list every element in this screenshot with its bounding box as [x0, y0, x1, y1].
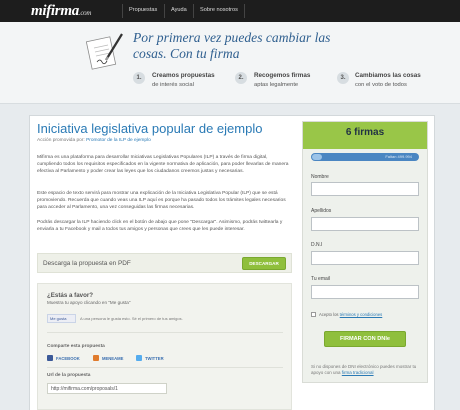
signature-count-header: 6 firmas — [303, 122, 427, 149]
proposal-paragraph-2: Este espacio de texto servirá para mostr… — [37, 191, 286, 210]
traditional-signature-note: Si no dispones de DNI electrónico puedes… — [311, 364, 423, 376]
email-label: Tu email — [311, 276, 330, 282]
nav-divider — [244, 4, 245, 18]
hero-headline-line-1: Por primera vez puedes cambiar las — [133, 30, 331, 45]
signature-document-icon — [86, 33, 123, 70]
download-label: Descarga la propuesta en PDF — [43, 260, 131, 267]
step-sub-2: aptas legalmente — [254, 82, 299, 88]
proposal-paragraph-3: Podrás descargar la ILP haciendo click e… — [37, 220, 283, 232]
signature-count: 6 firmas — [345, 127, 385, 138]
promoted-by: Acción promovida por: Promotor de la ILP… — [37, 138, 151, 143]
proposal-title: Iniciativa legislativa popular de ejempl… — [37, 121, 263, 136]
twitter-icon — [136, 355, 142, 361]
step-number-1: 1. — [133, 72, 145, 84]
proposal-paragraph-1: Mifirma es una plataforma para desarroll… — [37, 155, 289, 174]
nav-divider — [193, 4, 194, 18]
facebook-icon — [47, 355, 53, 361]
share-meneame-link[interactable]: MENEAME — [102, 356, 123, 361]
name-label: Nombre — [311, 174, 329, 180]
signature-progress-bar: Faltan 499.994 — [311, 153, 419, 161]
share-subtitle: Muestra tu apoyo clicando en "Me gusta" — [47, 300, 131, 305]
share-divider — [47, 332, 283, 333]
download-button[interactable]: DESCARGAR — [242, 257, 286, 270]
sign-with-dnie-button[interactable]: FIRMAR CON DNIe — [324, 331, 406, 347]
terms-checkbox[interactable] — [311, 312, 316, 318]
terms-link[interactable]: términos y condiciones — [340, 312, 383, 317]
terms-prefix: Acepto los — [318, 312, 339, 317]
top-bar: mifirma.com Propuestas Ayuda Sobre nosot… — [0, 0, 460, 22]
step-title-3: Cambiamos las cosas — [355, 72, 421, 79]
url-label: Url de la propuesta — [47, 373, 91, 378]
step-number-3: 3. — [337, 72, 349, 84]
share-box: ¿Estás a favor? Muestra tu apoyo clicand… — [37, 283, 292, 410]
meneame-icon — [93, 355, 99, 361]
step-title-1: Creamos propuestas — [152, 72, 215, 79]
email-field[interactable] — [311, 285, 419, 299]
surname-field[interactable] — [311, 217, 419, 231]
traditional-signature-link[interactable]: firma tradicional — [342, 370, 374, 375]
hero-banner: Por primera vez puedes cambiar las cosas… — [0, 22, 460, 104]
share-facebook-link[interactable]: FACEBOOK — [56, 356, 80, 361]
nav-item-propuestas[interactable]: Propuestas — [129, 7, 157, 13]
nav-item-sobre-nosotros[interactable]: Sobre nosotros — [200, 7, 238, 13]
nav-divider — [122, 4, 123, 18]
logo-tld: .com — [78, 9, 92, 17]
logo-name: mifirma — [31, 3, 79, 19]
dni-label: D.N.I — [311, 242, 323, 248]
signature-progress-fill — [312, 154, 322, 160]
facebook-like-button[interactable]: Me gusta — [47, 314, 76, 323]
facebook-like-text: A una persona le gusta esto. Sé el prime… — [80, 316, 183, 321]
promoter-link[interactable]: Promotor de la ILP de ejemplo — [86, 138, 151, 143]
signature-panel: 6 firmas Faltan 499.994 Nombre Apellidos… — [302, 121, 428, 383]
signature-progress-text: Faltan 499.994 — [385, 154, 412, 159]
nav-divider — [164, 4, 165, 18]
share-heading: ¿Estás a favor? — [47, 292, 94, 299]
step-sub-1: de interés social — [152, 82, 194, 88]
hero-headline-line-2: cosas. Con tu firma — [133, 46, 240, 61]
share-label: Comparte esta propuesta — [47, 344, 105, 349]
nav-item-ayuda[interactable]: Ayuda — [171, 7, 187, 13]
terms-row: Acepto los términos y condiciones — [311, 312, 383, 318]
dni-field[interactable] — [311, 251, 419, 265]
share-divider — [47, 367, 283, 368]
surname-label: Apellidos — [311, 208, 332, 214]
share-twitter-link[interactable]: TWITTER — [145, 356, 164, 361]
step-sub-3: con el voto de todos — [355, 82, 407, 88]
step-title-2: Recogemos firmas — [254, 72, 311, 79]
hero-headline: Por primera vez puedes cambiar las cosas… — [133, 30, 433, 62]
facebook-like-label: Me gusta — [50, 316, 67, 321]
step-number-2: 2. — [235, 72, 247, 84]
download-box: Descarga la propuesta en PDF DESCARGAR — [37, 253, 292, 273]
logo[interactable]: mifirma.com — [31, 3, 91, 20]
promoted-by-label: Acción promovida por: — [37, 138, 85, 143]
name-field[interactable] — [311, 182, 419, 196]
proposal-url-field[interactable]: http://mifirma.com/proposals/1 — [47, 383, 167, 394]
